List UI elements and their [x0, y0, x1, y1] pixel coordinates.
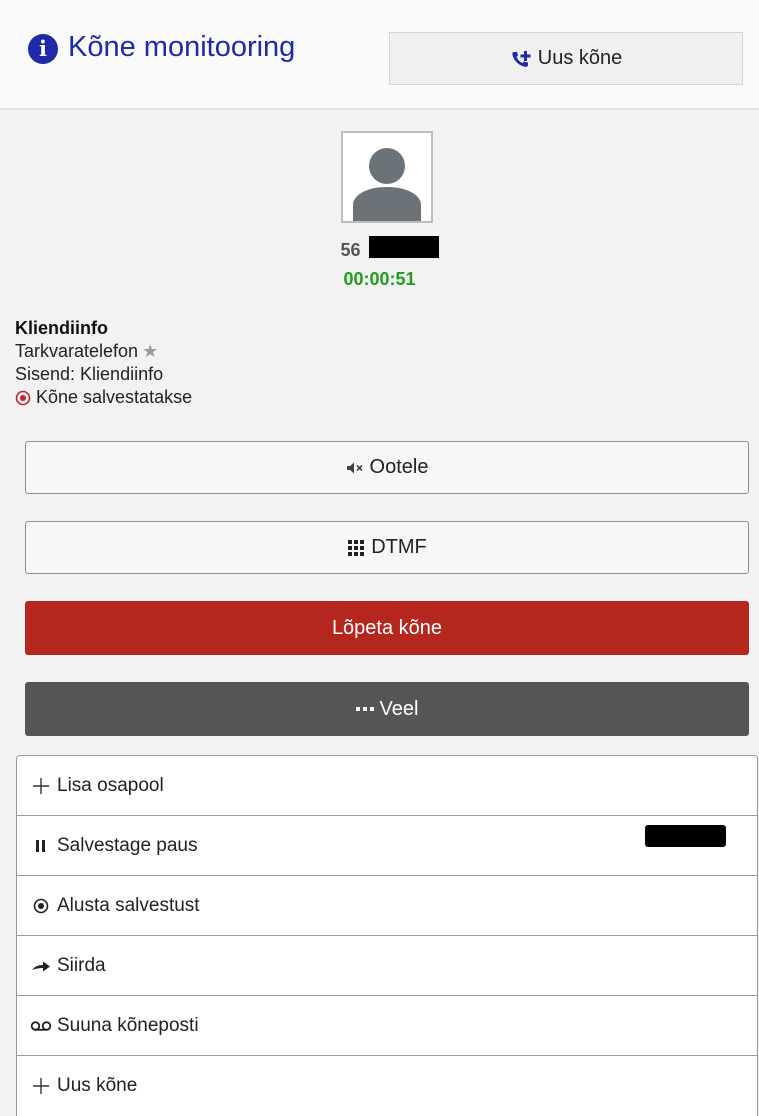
menu-item-transfer[interactable]: Siirda — [17, 936, 757, 996]
menu-item-label: Alusta salvestust — [57, 894, 200, 916]
client-info: Kliendiinfo Tarkvaratelefon ★ Sisend: Kl… — [15, 317, 192, 409]
input-line: Sisend: Kliendiinfo — [15, 364, 164, 384]
menu-item-label: Suuna kõneposti — [57, 1014, 199, 1036]
redaction-block — [369, 236, 439, 258]
dtmf-button[interactable]: DTMF — [25, 521, 749, 574]
menu-item-label: Salvestage paus — [57, 834, 198, 856]
user-silhouette-icon — [343, 133, 431, 221]
page-title: Kõne monitooring — [68, 31, 296, 63]
voicemail-icon — [29, 1020, 53, 1032]
menu-item-start-recording[interactable]: Alusta salvestust — [17, 876, 757, 936]
menu-item-new-call[interactable]: Uus kõne — [17, 1056, 757, 1116]
info-icon[interactable]: i — [28, 34, 58, 64]
recording-label: Kõne salvestatakse — [36, 387, 193, 407]
menu-item-voicemail[interactable]: Suuna kõneposti — [17, 996, 757, 1056]
more-button[interactable]: Veel — [25, 682, 749, 736]
call-timer: 00:00:51 — [343, 269, 416, 289]
recording-line: Kõne salvestatakse — [15, 386, 192, 409]
plus-icon — [29, 777, 53, 795]
more-menu: Lisa osapool Salvestage paus Alusta salv… — [16, 755, 758, 1116]
new-call-button[interactable]: Uus kõne — [389, 32, 743, 85]
device-line: Tarkvaratelefon ★ — [15, 340, 192, 363]
menu-item-add-party[interactable]: Lisa osapool — [17, 756, 757, 816]
menu-item-label: Siirda — [57, 954, 106, 976]
keypad-icon — [347, 539, 365, 557]
new-call-label: Uus kõne — [537, 47, 623, 69]
hold-button[interactable]: Ootele — [25, 441, 749, 494]
plus-icon — [29, 1077, 53, 1095]
pause-icon — [29, 839, 53, 853]
menu-item-label: Lisa osapool — [57, 774, 164, 796]
device-label: Tarkvaratelefon — [15, 341, 139, 361]
end-call-button[interactable]: Lõpeta kõne — [25, 601, 749, 655]
client-info-heading: Kliendiinfo — [15, 318, 108, 338]
ellipsis-icon — [355, 706, 374, 712]
record-icon — [29, 898, 53, 914]
menu-item-label: Uus kõne — [57, 1075, 138, 1096]
header: i Kõne monitooring Uus kõne — [0, 0, 759, 110]
transfer-arrow-icon — [29, 959, 53, 973]
hold-label: Ootele — [369, 456, 429, 478]
dtmf-label: DTMF — [371, 536, 427, 558]
phone-plus-icon — [512, 50, 531, 67]
end-call-label: Lõpeta kõne — [331, 616, 443, 639]
star-icon[interactable]: ★ — [142, 340, 158, 363]
avatar — [341, 131, 433, 223]
redaction-block — [645, 825, 726, 847]
recording-icon — [15, 390, 31, 405]
speaker-mute-icon — [346, 461, 364, 475]
more-label: Veel — [379, 697, 419, 720]
